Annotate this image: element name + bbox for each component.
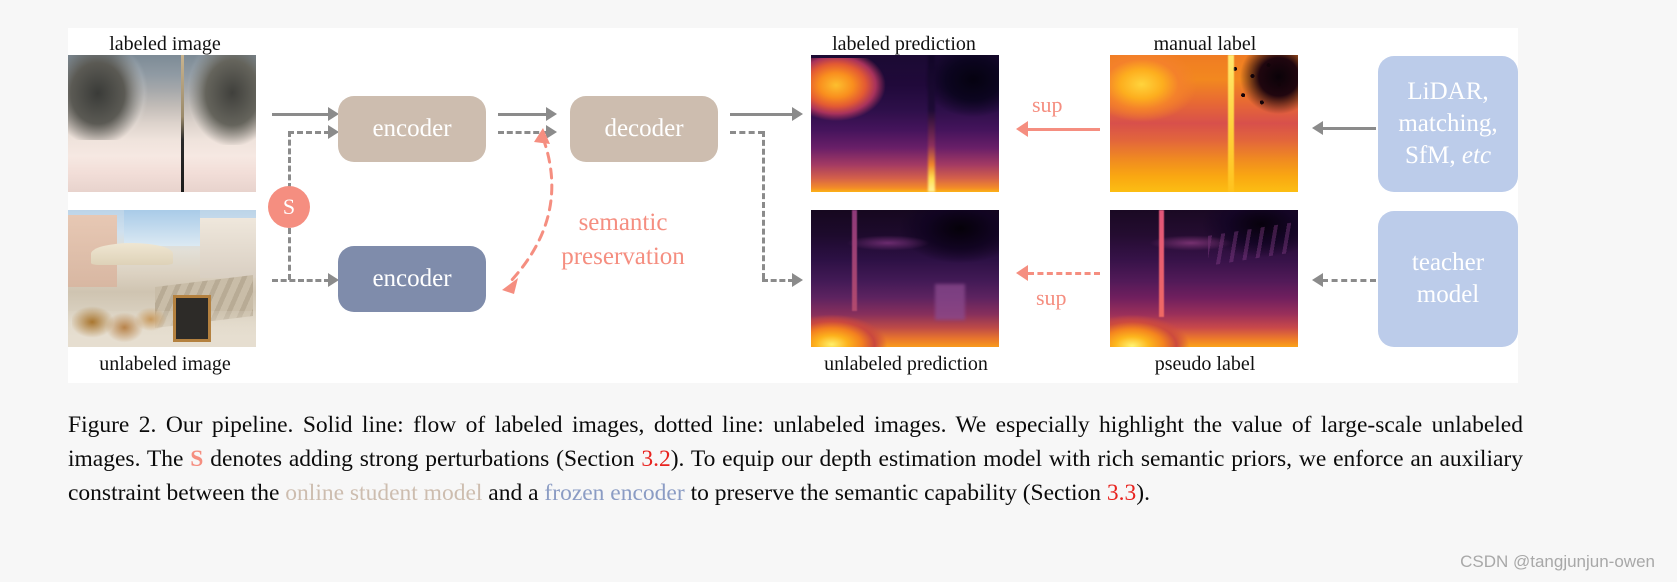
- label-unlabeled-prediction: unlabeled prediction: [824, 353, 988, 375]
- unlabeled-pred-umbrella-region: [844, 234, 932, 252]
- encoder-top-node[interactable]: encoder: [338, 96, 486, 162]
- caption-part-4: and a: [482, 480, 545, 506]
- decoder-node[interactable]: decoder: [570, 96, 718, 162]
- flow-decoder-branch-riser: [762, 131, 765, 279]
- labeled-pred-pole-region: [927, 55, 936, 192]
- lidar-line-3a: SfM,: [1404, 142, 1456, 169]
- manual-label-pole-region: [1228, 55, 1235, 192]
- teacher-line-2: model: [1416, 281, 1480, 308]
- encoder-bottom-node[interactable]: encoder: [338, 246, 486, 312]
- figure-root: labeled image unlabeled image S encoder …: [0, 0, 1677, 582]
- perturbation-badge-s[interactable]: S: [268, 186, 310, 228]
- sup-bottom-arrowhead: [1016, 265, 1028, 281]
- unlabeled-image-photo: [68, 210, 256, 347]
- teacher-model-node[interactable]: teacher model: [1378, 211, 1518, 347]
- caption-frozen-encoder: frozen encoder: [544, 480, 685, 506]
- flow-branch-to-unlabeled-pred-arrowhead: [792, 273, 803, 287]
- flow-encoder-to-decoder-line: [498, 113, 548, 116]
- manual-label-depthmap: [1110, 55, 1298, 192]
- perturbation-riser-upper: [288, 131, 291, 189]
- manual-label-sparse-specks: [1226, 57, 1295, 118]
- unlabeled-pred-bright-region: [811, 305, 902, 347]
- street-chalkboard-decor: [173, 294, 211, 342]
- label-manual-label: manual label: [1153, 33, 1257, 55]
- sup-bottom-line: [1028, 272, 1100, 275]
- labeled-pred-dark-region: [912, 55, 999, 124]
- labeled-prediction-depthmap: [811, 55, 999, 192]
- decoder-label: decoder: [604, 115, 684, 142]
- flow-lidar-to-manual-arrowhead: [1312, 121, 1323, 135]
- sup-bottom-label: sup: [1036, 285, 1067, 310]
- label-pseudo-label: pseudo label: [1154, 353, 1256, 375]
- pseudo-label-depthmap: [1110, 210, 1298, 347]
- caption-s-symbol: S: [190, 446, 204, 472]
- flow-branch-to-unlabeled-pred-line: [762, 279, 794, 282]
- street-building-right-decor: [199, 218, 256, 279]
- lidar-source-node[interactable]: LiDAR, matching, SfM, etc: [1378, 56, 1518, 192]
- sup-top-line: [1028, 128, 1100, 131]
- flow-encoder-to-decoder-arrowhead: [546, 107, 557, 121]
- flow-teacher-to-pseudo-line: [1322, 279, 1376, 282]
- perturbation-riser-lower: [288, 228, 291, 280]
- sup-top-label: sup: [1032, 92, 1063, 117]
- flow-labeled-to-encoder-line: [272, 113, 330, 116]
- pseudo-label-bright-region: [1110, 305, 1204, 347]
- caption-section-3-3[interactable]: 3.3: [1107, 480, 1136, 506]
- flow-teacher-to-pseudo-arrowhead: [1312, 273, 1323, 287]
- semantic-preservation-arrow: [502, 128, 554, 294]
- labeled-image-photo: [68, 55, 256, 192]
- sup-top-arrowhead: [1016, 121, 1028, 137]
- lamp-post-decor: [180, 55, 184, 192]
- flow-lidar-to-manual-line: [1322, 127, 1376, 130]
- flow-unlabeled-to-frozen-encoder-line: [272, 279, 330, 282]
- flow-decoder-to-labeled-pred-arrowhead: [792, 107, 803, 121]
- teacher-line-1: teacher: [1411, 249, 1485, 276]
- labeled-pred-bright-region: [811, 57, 890, 127]
- caption-part-6: ).: [1136, 480, 1150, 506]
- street-chairs-decor: [71, 289, 174, 345]
- label-labeled-image: labeled image: [109, 33, 221, 55]
- manual-label-bright-region: [1110, 55, 1212, 132]
- watermark-text: CSDN @tangjunjun-owen: [1460, 552, 1655, 571]
- semantic-preservation-line2: preservation: [561, 242, 685, 270]
- street-umbrella-decor: [90, 242, 174, 265]
- unlabeled-prediction-depthmap: [811, 210, 999, 347]
- unlabeled-pred-chair-region: [935, 284, 966, 320]
- lidar-line-3b: etc: [1461, 142, 1492, 169]
- lidar-line-1: LiDAR,: [1407, 78, 1489, 105]
- flow-unlabeled-to-encoder-line: [288, 131, 330, 134]
- encoder-top-label: encoder: [372, 115, 452, 142]
- label-unlabeled-image: unlabeled image: [99, 353, 231, 375]
- label-labeled-prediction: labeled prediction: [832, 33, 976, 55]
- flow-decoder-branch-line: [730, 131, 764, 134]
- pseudo-label-pole-region: [1158, 210, 1164, 317]
- caption-part-5: to preserve the semantic capability (Sec…: [684, 480, 1107, 506]
- unlabeled-pred-pole-region: [852, 210, 858, 312]
- caption-online-student-model: online student model: [285, 480, 483, 506]
- semantic-preservation-line1: semantic: [578, 209, 668, 236]
- encoder-bottom-label: encoder: [372, 265, 452, 292]
- street-sky-decor: [124, 210, 200, 246]
- perturbation-badge-label: S: [282, 194, 296, 219]
- caption-section-3-2[interactable]: 3.2: [641, 446, 670, 472]
- flow-decoder-to-labeled-pred-line: [730, 113, 794, 116]
- figure-caption: Figure 2. Our pipeline. Solid line: flow…: [68, 408, 1523, 510]
- caption-part-2: denotes adding strong perturbations (Sec…: [203, 446, 642, 472]
- semantic-preservation-text: semantic preservation: [550, 206, 696, 274]
- lidar-line-2: matching,: [1398, 110, 1498, 137]
